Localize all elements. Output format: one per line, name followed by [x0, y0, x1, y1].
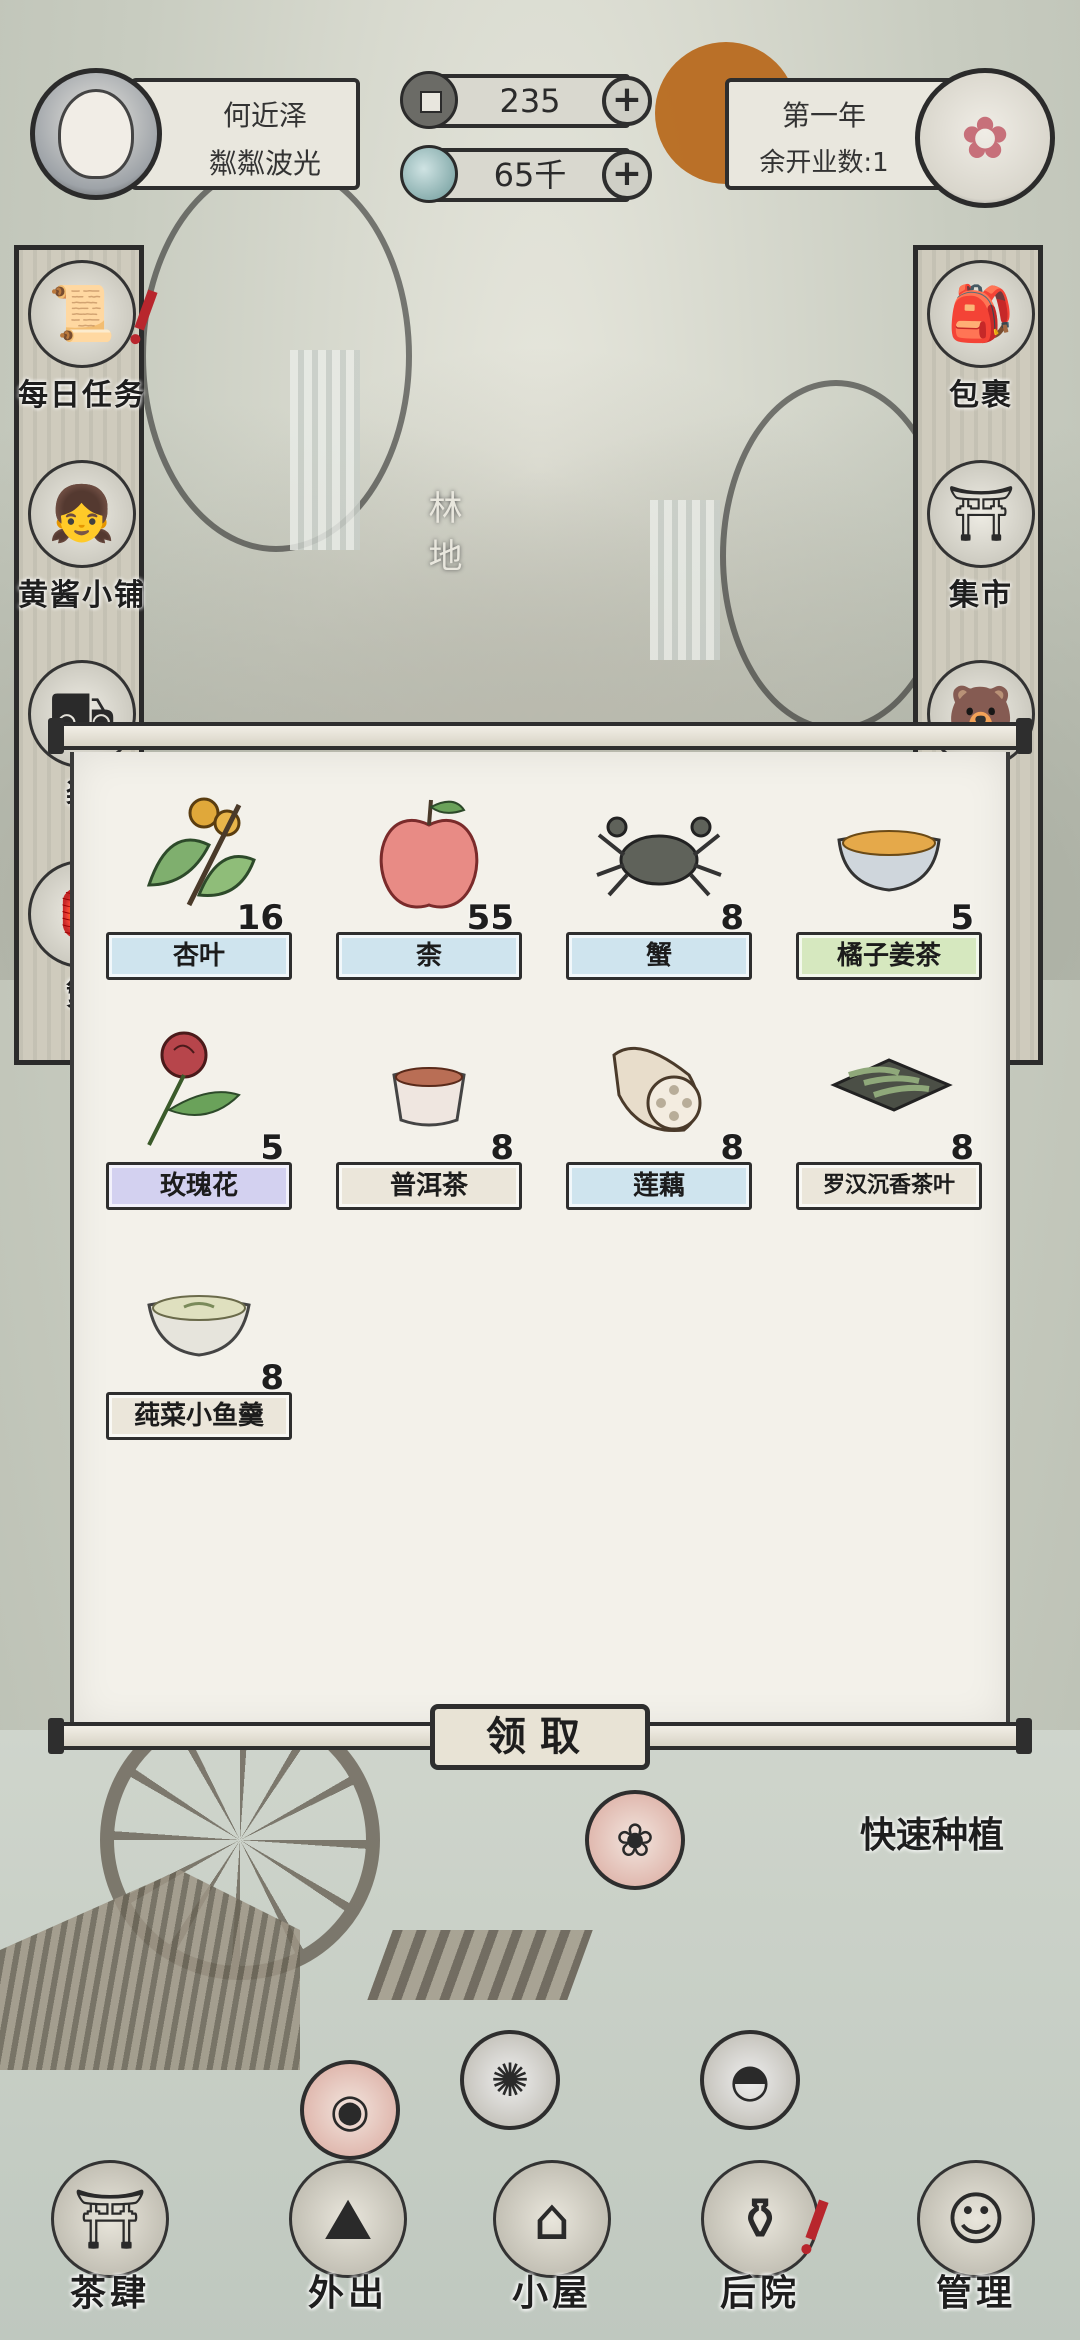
reward-item[interactable]: 8 罗汉沉香茶叶	[796, 1010, 982, 1220]
plum-blossom-icon[interactable]: ✿	[915, 68, 1055, 208]
coin-counter: 235 +	[400, 68, 660, 134]
reward-name: 杏叶	[106, 932, 292, 980]
alert-icon	[134, 289, 158, 331]
waterfall	[290, 350, 360, 550]
crab-icon	[584, 780, 734, 930]
map-area-label[interactable]: 林地	[418, 490, 467, 586]
jade-counter: 65千 +	[400, 142, 660, 208]
backyard-icon: ⚱	[701, 2160, 819, 2278]
reward-name: 玫瑰花	[106, 1162, 292, 1210]
rose-icon	[124, 1010, 274, 1160]
fish-soup-icon	[124, 1240, 274, 1390]
add-coins-button[interactable]: +	[602, 76, 652, 126]
sidebar-item-market[interactable]: ⛩ 集市	[906, 460, 1056, 614]
nav-label: 茶肆	[69, 2273, 150, 2314]
reward-name: 莲藕	[566, 1162, 752, 1210]
reward-item[interactable]: 8 普洱茶	[336, 1010, 522, 1220]
plant-bubble-icon[interactable]: ❀	[585, 1790, 685, 1890]
market-stall-icon: ⛩	[927, 460, 1035, 568]
reward-item[interactable]: 8 莼菜小鱼羹	[106, 1240, 292, 1450]
collect-button[interactable]: 领取	[430, 1704, 650, 1770]
reward-item[interactable]: 5 玫瑰花	[106, 1010, 292, 1220]
nav-label: 管理	[935, 2273, 1016, 2314]
egg-bubble-icon[interactable]: ◉	[300, 2060, 400, 2160]
avatar[interactable]	[30, 68, 162, 200]
add-jade-button[interactable]: +	[602, 150, 652, 200]
flower-bubble-icon[interactable]: ✺	[460, 2030, 560, 2130]
remaining-openings: 余开业数:1	[759, 148, 889, 178]
nav-item-manage[interactable]: ☺ 管理	[896, 2160, 1056, 2316]
bundle-icon: 🎒	[927, 260, 1035, 368]
player-name: 何近泽	[222, 99, 307, 132]
jade-icon	[400, 145, 458, 203]
sidebar-item-label: 集市	[949, 578, 1013, 613]
reward-name: 罗汉沉香茶叶	[796, 1162, 982, 1210]
reward-item[interactable]: 16 杏叶	[106, 780, 292, 990]
reward-name: 普洱茶	[336, 1162, 522, 1210]
dock	[367, 1930, 593, 2000]
season-info[interactable]: 第一年 余开业数:1 ✿	[725, 68, 1055, 208]
avatar-portrait	[58, 89, 134, 179]
reward-item[interactable]: 5 橘子姜茶	[796, 780, 982, 990]
cottage-icon: ⌂	[493, 2160, 611, 2278]
sidebar-item-inventory[interactable]: 🎒 包裹	[906, 260, 1056, 414]
coin-amount: 235	[430, 74, 630, 128]
reward-name: 蟹	[566, 932, 752, 980]
nav-item-backyard[interactable]: ⚱ 后院	[680, 2160, 840, 2316]
reward-item[interactable]: 55 柰	[336, 780, 522, 990]
reward-name: 橘子姜茶	[796, 932, 982, 980]
nav-item-cottage[interactable]: ⌂ 小屋	[472, 2160, 632, 2316]
nav-item-teahouse[interactable]: ⛩ 茶肆	[30, 2160, 190, 2316]
lotus-root-icon	[584, 1010, 734, 1160]
jade-amount: 65千	[430, 148, 630, 202]
sidebar-item-label: 每日任务	[18, 378, 146, 413]
reward-name: 柰	[336, 932, 522, 980]
nav-item-travel[interactable]: ⛰ 外出	[268, 2160, 428, 2316]
scroll-top-rod	[48, 718, 1032, 754]
player-title: 粼粼波光	[208, 147, 321, 180]
ink-stroke	[140, 160, 412, 552]
player-profile[interactable]: 何近泽 粼粼波光	[30, 68, 360, 200]
reward-item[interactable]: 8 莲藕	[566, 1010, 752, 1220]
coin-icon	[400, 71, 458, 129]
sidebar-item-label: 黄酱小铺	[18, 578, 146, 613]
puer-tea-icon	[354, 1010, 504, 1160]
profile-panel: 何近泽 粼粼波光	[130, 78, 360, 190]
quick-plant-button[interactable]: 快速种植	[860, 1806, 1004, 1858]
teahouse-icon: ⛩	[51, 2160, 169, 2278]
shopkeeper-icon: 👧	[28, 460, 136, 568]
reward-item[interactable]: 8 蟹	[566, 780, 752, 990]
scroll-icon: 📜	[28, 260, 136, 368]
waterfall	[650, 500, 720, 660]
nav-label: 外出	[307, 2273, 388, 2314]
season-year: 第一年	[781, 99, 866, 132]
manager-icon: ☺	[917, 2160, 1035, 2278]
travel-icon: ⛰	[289, 2160, 407, 2278]
sidebar-item-label: 包裹	[949, 378, 1013, 413]
tea-leaves-icon	[814, 1010, 964, 1160]
sidebar-item-daily-tasks[interactable]: 📜 每日任务	[7, 260, 158, 414]
bottom-nav: ⛩ 茶肆 ⛰ 外出 ⌂ 小屋 ⚱ 后院 ☺ 管理	[0, 2150, 1080, 2340]
ginger-tea-icon	[814, 780, 964, 930]
reward-name: 莼菜小鱼羹	[106, 1392, 292, 1440]
nav-label: 小屋	[511, 2273, 592, 2314]
dish-bubble-icon[interactable]: ◓	[700, 2030, 800, 2130]
sidebar-item-shop[interactable]: 👧 黄酱小铺	[7, 460, 157, 614]
nav-label: 后院	[719, 2273, 800, 2314]
